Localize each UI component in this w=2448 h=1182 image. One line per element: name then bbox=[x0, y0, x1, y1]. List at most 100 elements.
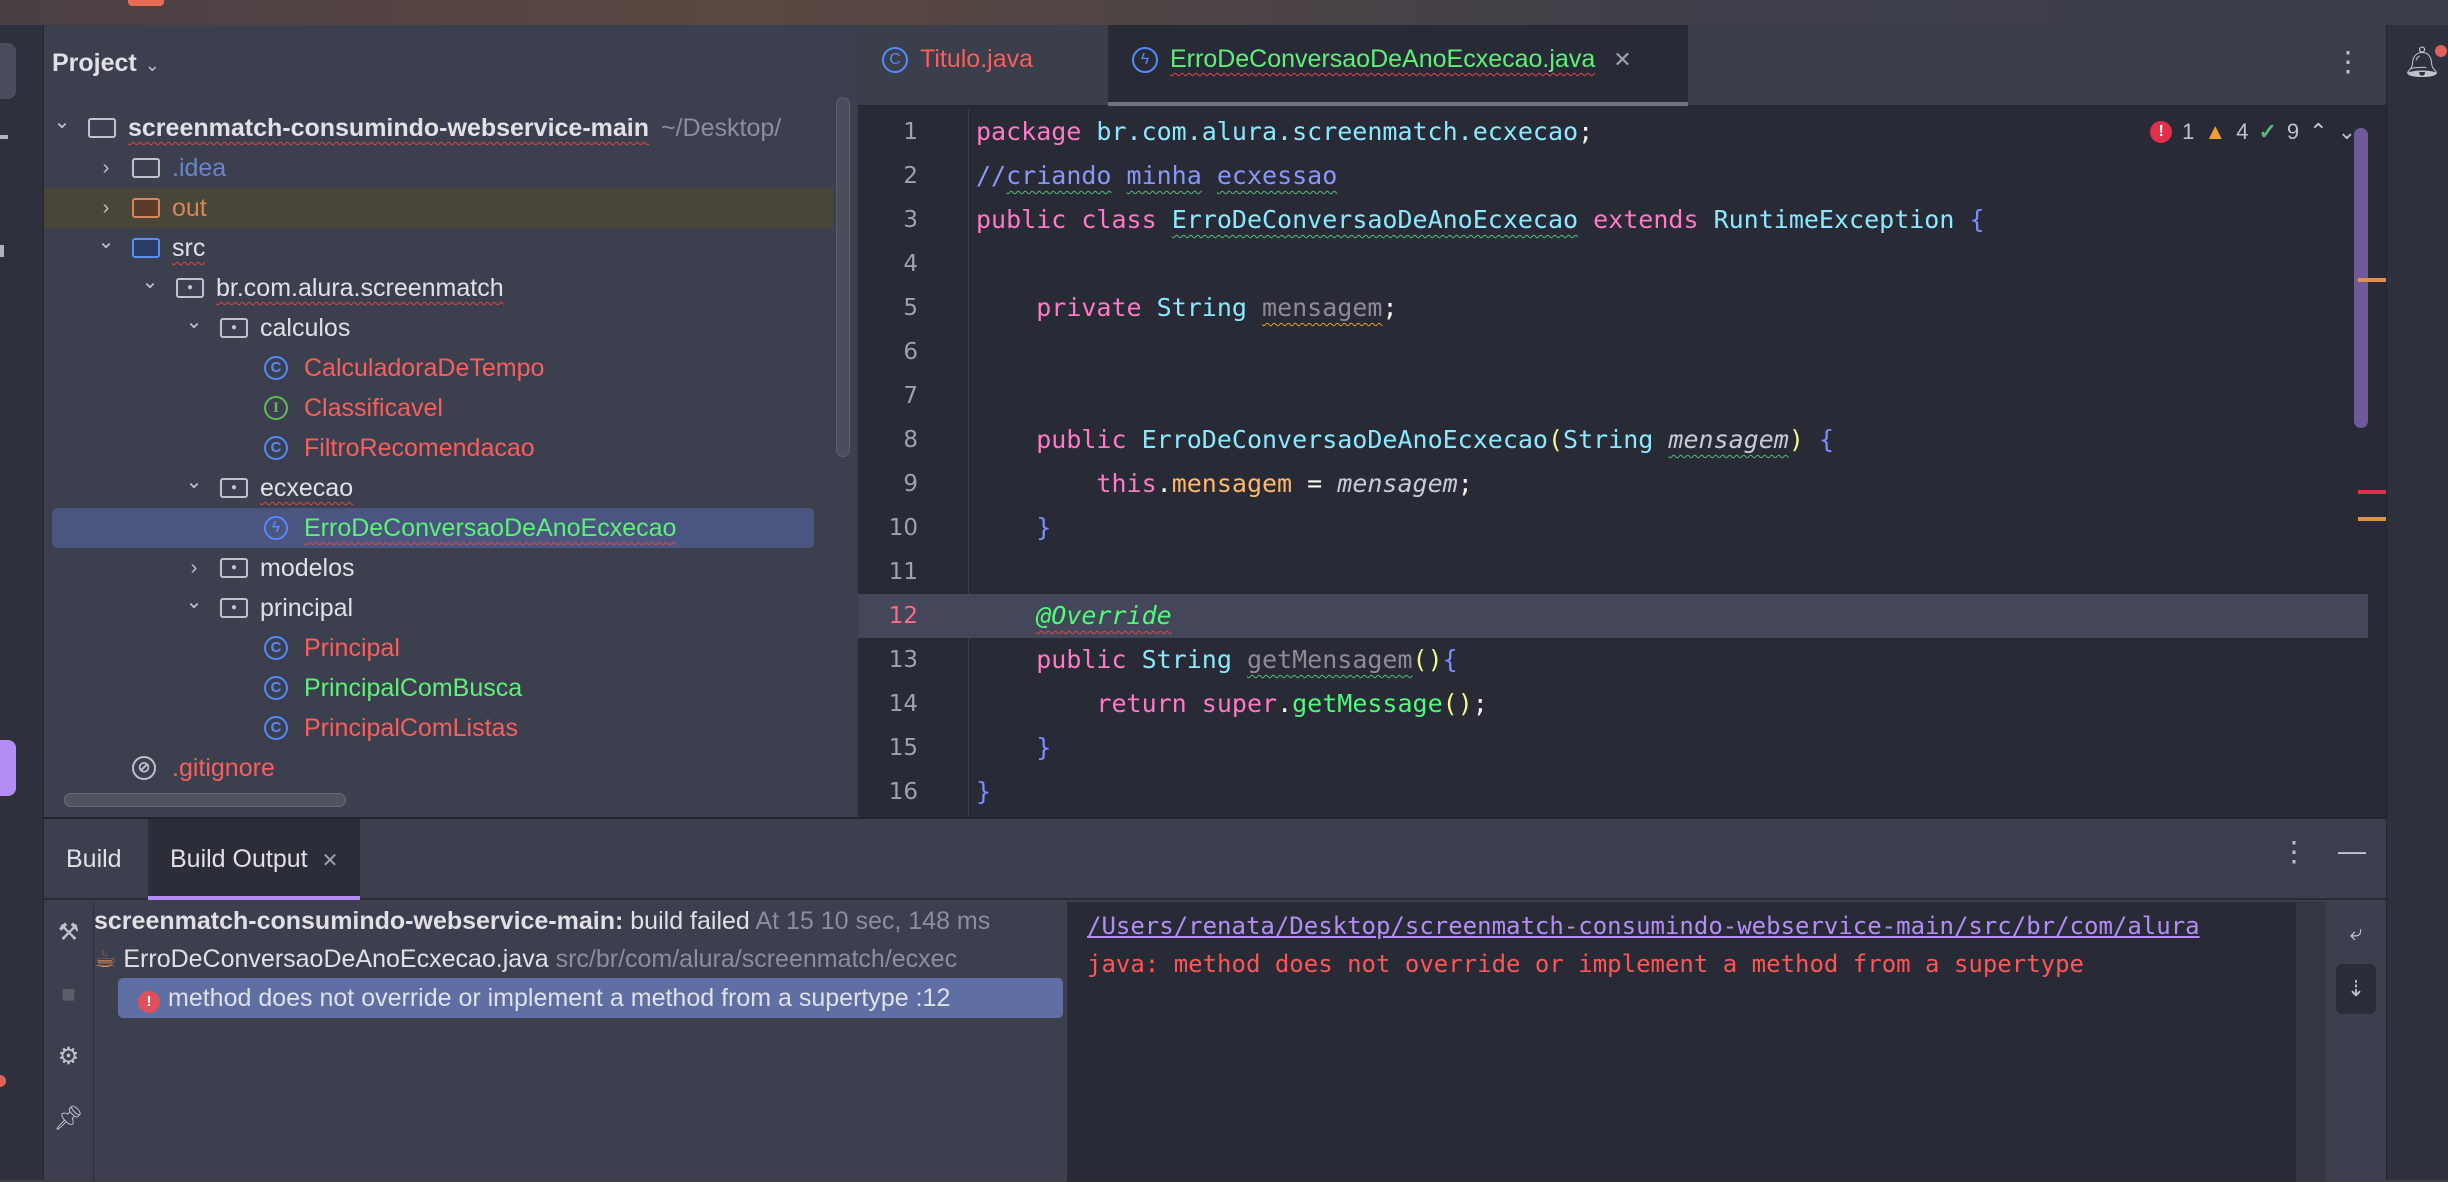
line-number[interactable]: 12 bbox=[858, 594, 918, 638]
tree-item[interactable]: C CalculadoraDeTempo bbox=[44, 348, 834, 388]
tab-titulo-java[interactable]: C Titulo.java bbox=[858, 25, 1108, 106]
line-number[interactable]: 9 bbox=[858, 462, 918, 506]
code-line[interactable]: 10 } bbox=[858, 506, 2368, 550]
scroll-to-end-icon[interactable]: ⇣ bbox=[2336, 964, 2376, 1014]
tree-item[interactable]: C FiltroRecomendacao bbox=[44, 428, 834, 468]
chevron-down-icon[interactable]: ⌄ bbox=[184, 462, 204, 502]
notifications-bell-icon[interactable]: 🔔︎ bbox=[2403, 45, 2448, 80]
line-number[interactable]: 13 bbox=[858, 638, 918, 682]
build-toolbar: ⚒ ■ ⚙ 📌︎ bbox=[44, 902, 94, 1182]
tree-item[interactable]: ϟ ErroDeConversaoDeAnoEcxecao bbox=[52, 508, 814, 548]
warning-marker[interactable] bbox=[2358, 278, 2386, 282]
code-line[interactable]: 6 bbox=[858, 330, 2368, 374]
tree-item[interactable]: › .idea bbox=[44, 148, 834, 188]
previous-highlight-icon[interactable]: ⌃ bbox=[2309, 119, 2327, 145]
line-number[interactable]: 5 bbox=[858, 286, 918, 330]
line-number[interactable]: 11 bbox=[858, 550, 918, 594]
line-number[interactable]: 1 bbox=[858, 110, 918, 154]
tree-item[interactable]: › ● modelos bbox=[44, 548, 834, 588]
soft-wrap-icon[interactable]: ⤶ bbox=[2336, 908, 2376, 958]
code-line[interactable]: 16} bbox=[858, 770, 2368, 814]
chevron-down-icon[interactable]: ⌄ bbox=[184, 302, 204, 342]
project-tool-icon[interactable] bbox=[0, 43, 16, 99]
close-tab-icon[interactable]: ✕ bbox=[1613, 47, 1631, 72]
code-token: ErroDeConversaoDeAnoEcxecao bbox=[1141, 425, 1548, 454]
chevron-down-icon[interactable]: ⌄ bbox=[184, 582, 204, 622]
code-line[interactable]: 2 //criando minha ecxessao bbox=[858, 154, 2368, 198]
project-view-selector[interactable]: Project ⌄ bbox=[52, 49, 160, 78]
line-number[interactable]: 6 bbox=[858, 330, 918, 374]
structure-tool-icon[interactable] bbox=[0, 245, 4, 257]
chevron-right-icon[interactable]: › bbox=[96, 148, 116, 188]
tree-item[interactable]: ⊘ .gitignore bbox=[44, 748, 834, 788]
tree-item[interactable]: ⌄ screenmatch-consumindo-webservice-main ~… bbox=[44, 108, 834, 148]
tree-item[interactable]: C Principal bbox=[44, 628, 834, 668]
code-line[interactable]: 1 package br.com.alura.screenmatch.ecxeca… bbox=[858, 110, 2368, 154]
build-root-row[interactable]: screenmatch-consumindo-webservice-main: … bbox=[94, 902, 1067, 940]
stop-icon[interactable]: ■ bbox=[44, 964, 93, 1026]
line-number[interactable]: 4 bbox=[858, 242, 918, 286]
code-token: ( bbox=[1547, 425, 1564, 454]
commit-tool-icon[interactable] bbox=[0, 135, 8, 139]
line-number[interactable]: 14 bbox=[858, 682, 918, 726]
source-path-link[interactable]: /Users/renata/Desktop/screenmatch-consum… bbox=[1087, 912, 2200, 940]
line-number[interactable]: 2 bbox=[858, 154, 918, 198]
warning-icon: ▲ bbox=[2204, 119, 2227, 144]
line-number[interactable]: 3 bbox=[858, 198, 918, 242]
code-line[interactable]: 14 return super.getMessage(); bbox=[858, 682, 2368, 726]
chevron-down-icon[interactable]: ⌄ bbox=[96, 222, 116, 262]
tab-erro-de-conversao-java[interactable]: ϟ ErroDeConversaoDeAnoEcxecao.java ✕ bbox=[1108, 25, 1688, 106]
more-options-icon[interactable]: ⋮ bbox=[2334, 45, 2362, 78]
tree-item[interactable]: ⌄ src bbox=[44, 228, 834, 268]
tree-item[interactable]: ⌄ ● principal bbox=[44, 588, 834, 628]
code-line[interactable]: 15 } bbox=[858, 726, 2368, 770]
line-number[interactable]: 16 bbox=[858, 770, 918, 814]
settings-gear-icon[interactable]: ⚙ bbox=[44, 1026, 93, 1088]
tree-item[interactable]: ⌄ ● ecxecao bbox=[44, 468, 834, 508]
minimize-icon[interactable]: — bbox=[2338, 835, 2366, 868]
line-number[interactable]: 15 bbox=[858, 726, 918, 770]
build-error-row[interactable]: ! method does not override or implement a… bbox=[118, 978, 1063, 1018]
code-line[interactable]: 11 bbox=[858, 550, 2368, 594]
tree-item[interactable]: C PrincipalComListas bbox=[44, 708, 834, 748]
code-text: } bbox=[976, 770, 991, 814]
code-line[interactable]: 7 bbox=[858, 374, 2368, 418]
code-area[interactable]: 1 package br.com.alura.screenmatch.ecxeca… bbox=[858, 110, 2368, 814]
tree-vertical-scrollbar[interactable] bbox=[836, 97, 850, 457]
tab-label: Build bbox=[66, 845, 122, 873]
tree-item[interactable]: I Classificavel bbox=[44, 388, 834, 428]
inspection-widget[interactable]: ! 1 ▲ 4 ✓ 9 ⌃ ⌄ bbox=[2150, 119, 2356, 145]
code-line[interactable]: 12 @Override bbox=[858, 594, 2368, 638]
build-hammer-icon[interactable]: ⚒ bbox=[44, 902, 93, 964]
problems-tool-icon[interactable] bbox=[0, 1075, 6, 1087]
tree-item[interactable]: › out bbox=[44, 188, 834, 228]
code-line[interactable]: 4 bbox=[858, 242, 2368, 286]
chevron-down-icon[interactable]: ⌄ bbox=[140, 262, 160, 302]
code-line[interactable]: 8 public ErroDeConversaoDeAnoEcxecao(Str… bbox=[858, 418, 2368, 462]
code-token: package bbox=[976, 117, 1082, 146]
code-token: extends bbox=[1593, 205, 1699, 234]
line-number[interactable]: 7 bbox=[858, 374, 918, 418]
tree-item[interactable]: C PrincipalComBusca bbox=[44, 668, 834, 708]
pin-icon[interactable]: 📌︎ bbox=[44, 1088, 93, 1150]
code-line[interactable]: 9 this.mensagem = mensagem; bbox=[858, 462, 2368, 506]
code-line[interactable]: 3 public class ErroDeConversaoDeAnoEcxeca… bbox=[858, 198, 2368, 242]
more-options-icon[interactable]: ⋮ bbox=[2280, 835, 2308, 868]
code-line[interactable]: 5 private String mensagem; bbox=[858, 286, 2368, 330]
close-tab-icon[interactable]: ✕ bbox=[322, 850, 339, 872]
tab-build-output[interactable]: Build Output ✕ bbox=[148, 819, 361, 900]
line-number[interactable]: 10 bbox=[858, 506, 918, 550]
line-number[interactable]: 8 bbox=[858, 418, 918, 462]
error-marker[interactable] bbox=[2358, 490, 2386, 494]
tab-build[interactable]: Build bbox=[44, 819, 144, 900]
tree-item[interactable]: ⌄ ● br.com.alura.screenmatch bbox=[44, 268, 834, 308]
tree-item[interactable]: ⌄ ● calculos bbox=[44, 308, 834, 348]
chevron-down-icon[interactable]: ⌄ bbox=[52, 102, 72, 142]
tree-horizontal-scrollbar[interactable] bbox=[64, 793, 346, 807]
console-scrollbar[interactable] bbox=[2296, 902, 2326, 1182]
warning-marker[interactable] bbox=[2358, 517, 2386, 521]
build-file-row[interactable]: ☕︎ ErroDeConversaoDeAnoEcxecao.java src/… bbox=[94, 940, 1067, 978]
code-line[interactable]: 13 public String getMensagem(){ bbox=[858, 638, 2368, 682]
ai-assistant-icon[interactable] bbox=[0, 740, 16, 796]
